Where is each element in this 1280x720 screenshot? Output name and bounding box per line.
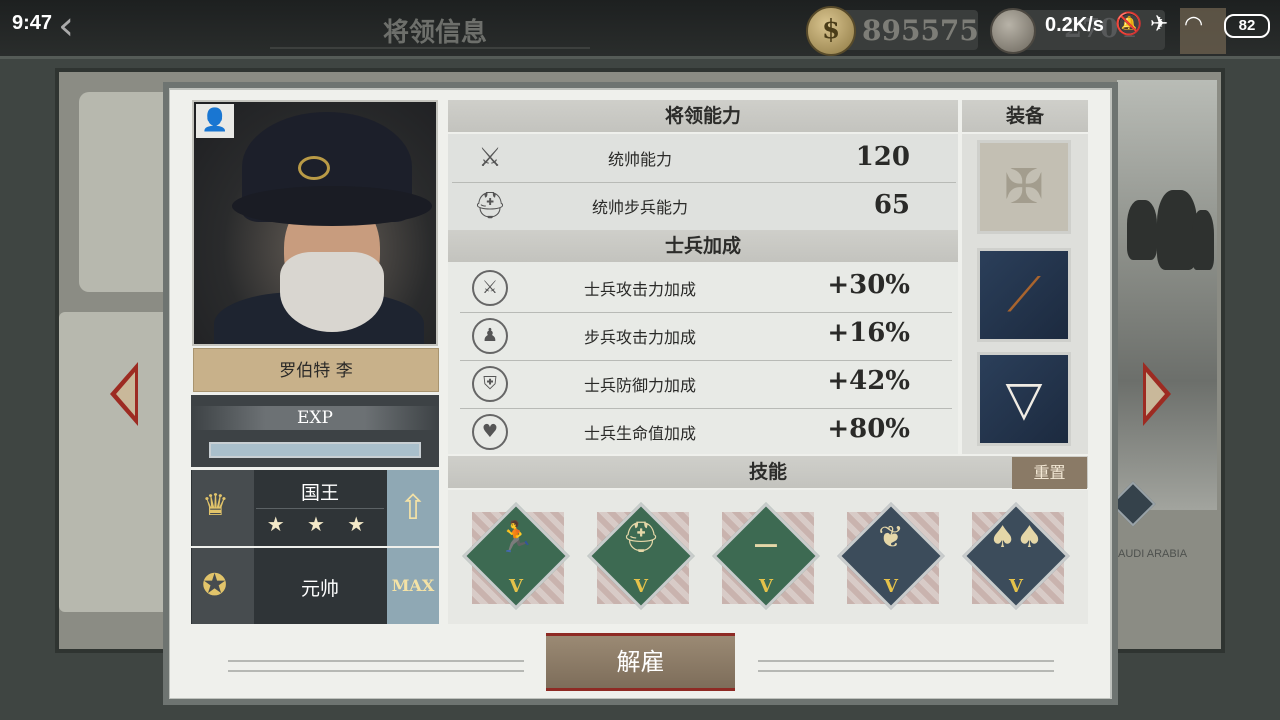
background-cavalry-art (1117, 80, 1217, 510)
network-speed: 0.2K/s (1045, 14, 1104, 36)
mute-bell-icon: 🔕 (1115, 12, 1143, 37)
marshal-insignia-icon: ✪ (202, 568, 228, 603)
ability-label: 统帅能力 (607, 150, 672, 169)
helmet-shield-icon: ⛑ (621, 520, 661, 555)
next-general-arrow[interactable] (1143, 362, 1171, 426)
forest-icon: ♠♠ (989, 520, 1043, 555)
rifle-equip-slot[interactable]: ⟋ (977, 248, 1071, 342)
military-rank-title: 元帅 (300, 578, 339, 600)
skill-level: V (509, 576, 523, 597)
divider-left (228, 660, 524, 672)
bonus-value: +80% (827, 414, 910, 444)
medal-icon (990, 8, 1036, 54)
wifi-icon: ◠ (1184, 12, 1204, 37)
leaf-camouflage-icon: ❦ (878, 520, 904, 555)
crawling-soldier-icon: ⚊ (752, 520, 780, 555)
crown-icon: ♛ (202, 488, 229, 523)
heart-plus-icon: ♥ (472, 414, 508, 450)
map-label: AUDI ARABIA (1118, 548, 1188, 560)
status-time: 9:47 (12, 12, 53, 34)
page-title: 将领信息 (382, 18, 487, 48)
dismiss-button[interactable]: 解雇 (546, 633, 735, 691)
bonus-label: 士兵攻击力加成 (583, 280, 696, 299)
soldier-bonus-header: 士兵加成 (448, 230, 958, 262)
bonus-label: 步兵攻击力加成 (583, 328, 696, 347)
ability-value: 65 (873, 190, 910, 220)
bonus-label: 士兵防御力加成 (583, 376, 696, 395)
shield-plus-icon: ⛨ (472, 366, 508, 402)
rank-divider (256, 508, 384, 509)
bonus-value: +16% (827, 318, 910, 348)
ability-label: 统帅步兵能力 (591, 198, 688, 217)
promote-button[interactable]: ⇧ (387, 470, 439, 546)
airplane-mode-icon: ✈ (1150, 12, 1169, 37)
previous-general-arrow[interactable] (110, 362, 138, 426)
infantry-helmet-icon: ⛑ (473, 191, 507, 221)
medal-equip-slot[interactable]: ✠ (977, 140, 1071, 234)
bonus-label: 士兵生命值加成 (583, 424, 696, 443)
uniform-equip-slot[interactable]: ▽ (977, 352, 1071, 446)
skill-level: V (884, 576, 898, 597)
max-rank-button[interactable]: MAX (387, 548, 439, 624)
crossed-swords-icon: ⚔ (478, 143, 502, 173)
bonus-value: +42% (827, 366, 910, 396)
cross-medal-icon: ✠ (1003, 159, 1045, 215)
bonus-value: +30% (827, 270, 910, 300)
ability-value: 120 (855, 142, 910, 172)
attack-plus-icon: ⚔ (472, 270, 508, 306)
battery-indicator: 82 (1224, 14, 1270, 38)
exp-label: EXP (191, 406, 439, 430)
running-soldier-icon: 🏃 (497, 520, 535, 555)
rifle-icon: ⟋ (1007, 267, 1041, 323)
infantry-plus-icon: ♟ (472, 318, 508, 354)
infantry-type-icon: 👤 (196, 104, 234, 138)
skills-header: 技能 (448, 456, 1088, 488)
rank-title: 国王 (300, 482, 339, 504)
exp-progress-bar (209, 442, 421, 458)
gold-value: 895575 (862, 14, 979, 47)
skill-level: V (634, 576, 648, 597)
title-underline (270, 47, 590, 49)
divider-right (758, 660, 1054, 672)
skill-level: V (1009, 576, 1023, 597)
rank-stars: ★ ★ ★ (266, 512, 374, 536)
skill-level: V (759, 576, 773, 597)
reset-skills-button[interactable]: 重置 (1012, 457, 1087, 489)
exp-progress-fill (211, 444, 419, 456)
back-arrow-icon[interactable]: ‹ (58, 6, 74, 46)
abilities-header: 将领能力 (448, 100, 958, 132)
equipment-header: 装备 (962, 100, 1088, 132)
general-name: 罗伯特 李 (193, 348, 439, 392)
gold-coin-icon: $ (806, 6, 856, 56)
uniform-icon: ▽ (1005, 371, 1043, 427)
